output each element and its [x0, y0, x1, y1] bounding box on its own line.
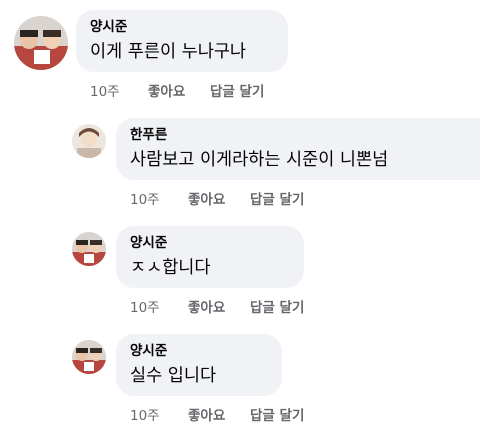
comment-timestamp[interactable]: 10주	[130, 404, 186, 424]
reply-button[interactable]: 답글 달기	[250, 188, 304, 208]
avatar-photo-icon	[14, 16, 68, 70]
like-button[interactable]: 좋아요	[188, 188, 242, 208]
like-button[interactable]: 좋아요	[148, 80, 202, 100]
comment-text: 이게 푸른이 누나구나	[90, 42, 247, 62]
comment-actions: 10주 좋아요 답글 달기	[130, 404, 304, 424]
comment-author[interactable]: 양시준	[130, 342, 268, 360]
comment-text: ㅈㅅ합니다	[130, 258, 211, 278]
comment-actions: 10주 좋아요 답글 달기	[130, 188, 304, 208]
avatar[interactable]	[72, 232, 106, 266]
like-button[interactable]: 좋아요	[188, 404, 242, 424]
comment-text: 사람보고 이게라하는 시준이 니뽄넘	[130, 150, 389, 170]
avatar-photo-icon	[72, 340, 106, 374]
comment-bubble: 양시준 ㅈㅅ합니다	[116, 226, 304, 288]
reply-button[interactable]: 답글 달기	[250, 404, 304, 424]
reply-button[interactable]: 답글 달기	[210, 80, 264, 100]
avatar-photo-icon	[72, 232, 106, 266]
comment-bubble: 한푸른 사람보고 이게라하는 시준이 니뽄넘	[116, 118, 480, 180]
comment-timestamp[interactable]: 10주	[130, 188, 186, 208]
comment-timestamp[interactable]: 10주	[90, 80, 146, 100]
avatar-photo-icon	[72, 124, 106, 158]
comment-bubble: 양시준 실수 입니다	[116, 334, 282, 396]
comment-actions: 10주 좋아요 답글 달기	[90, 80, 264, 100]
comment-author[interactable]: 양시준	[90, 18, 274, 36]
comment-author[interactable]: 한푸른	[130, 126, 480, 144]
avatar[interactable]	[72, 340, 106, 374]
comment-author[interactable]: 양시준	[130, 234, 290, 252]
reply-button[interactable]: 답글 달기	[250, 296, 304, 316]
avatar[interactable]	[72, 124, 106, 158]
comment-bubble: 양시준 이게 푸른이 누나구나	[76, 10, 288, 72]
comment-thread: 양시준 이게 푸른이 누나구나 10주 좋아요 답글 달기 한푸른 사람보고 이…	[0, 0, 480, 425]
comment-text: 실수 입니다	[130, 366, 217, 386]
comment-actions: 10주 좋아요 답글 달기	[130, 296, 304, 316]
avatar[interactable]	[14, 16, 68, 70]
comment-timestamp[interactable]: 10주	[130, 296, 186, 316]
like-button[interactable]: 좋아요	[188, 296, 242, 316]
